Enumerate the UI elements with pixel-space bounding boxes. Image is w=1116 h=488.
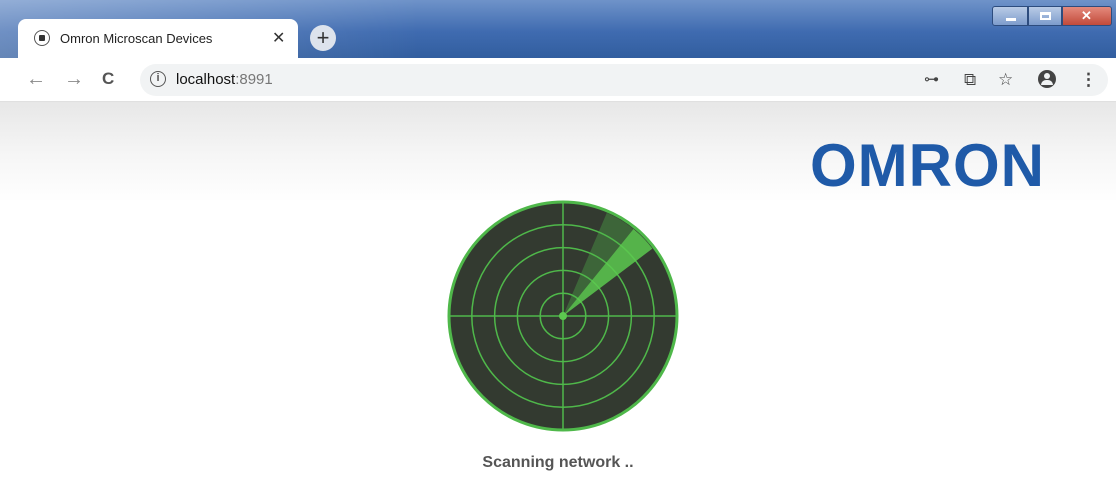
star-icon[interactable]: ☆ [998, 70, 1013, 90]
scan-status-text: Scanning network .. [482, 454, 634, 471]
browser-toolbar: ← → C i localhost:8991 ⊶ ⧉ ☆ ⋮ [0, 58, 1116, 102]
omron-logo: OMRON [810, 132, 1045, 199]
close-icon[interactable]: ✕ [272, 28, 285, 48]
tab-title: Omron Microscan Devices [60, 31, 213, 46]
browser-tab[interactable]: Omron Microscan Devices ✕ [18, 19, 298, 59]
url-text[interactable]: localhost:8991 [176, 71, 273, 88]
close-window-button[interactable] [1062, 6, 1112, 26]
minimize-button[interactable] [992, 6, 1028, 26]
record-icon [34, 30, 50, 46]
back-arrow-icon[interactable]: ← [26, 68, 46, 90]
address-bar[interactable]: i localhost:8991 ⊶ ⧉ ☆ ⋮ [140, 64, 1108, 96]
menu-icon[interactable]: ⋮ [1080, 70, 1097, 90]
radar-icon [447, 200, 679, 432]
url-port: :8991 [235, 71, 273, 88]
new-tab-button[interactable]: + [310, 25, 336, 51]
url-host: localhost [176, 71, 236, 88]
maximize-button[interactable] [1028, 6, 1062, 26]
key-icon[interactable]: ⊶ [924, 70, 939, 90]
page-content: OMRON Scanning network .. [0, 102, 1116, 488]
window-titlebar: Omron Microscan Devices ✕ + [0, 0, 1116, 59]
translate-icon[interactable]: ⧉ [964, 70, 976, 90]
info-icon[interactable]: i [150, 71, 166, 87]
forward-arrow-icon[interactable]: → [64, 68, 84, 90]
reload-icon[interactable]: C [102, 68, 114, 90]
account-icon[interactable] [1038, 70, 1056, 88]
radar-center-dot [559, 312, 567, 320]
